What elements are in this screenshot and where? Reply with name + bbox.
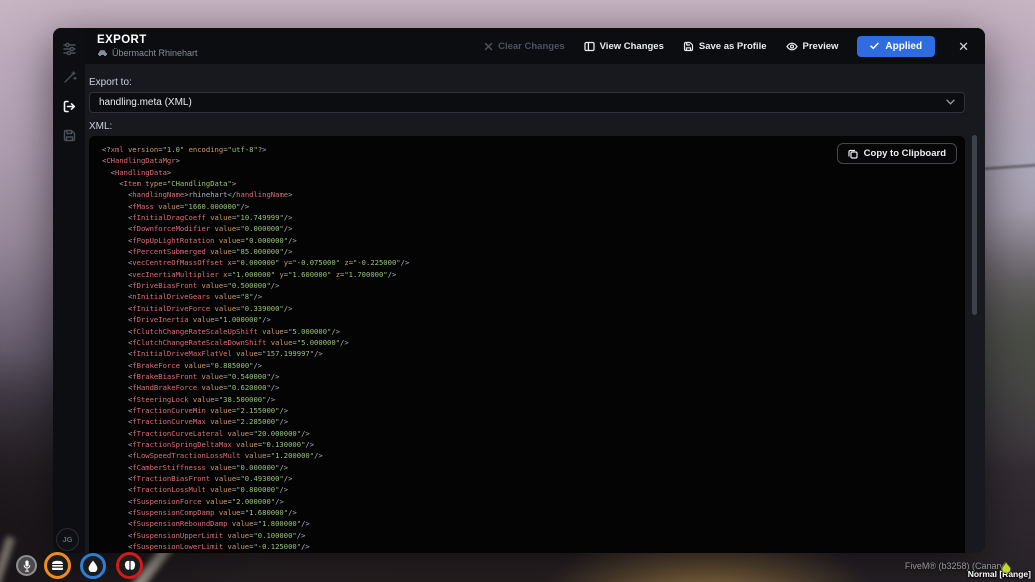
- code-line: <fInitialDragCoeff value="10.749999"/>: [102, 213, 292, 222]
- code-line: <fCamberStiffnesss value="0.000000"/>: [102, 463, 288, 472]
- microphone-icon: [16, 555, 37, 576]
- car-icon: [97, 49, 108, 57]
- save-as-profile-button[interactable]: Save as Profile: [683, 41, 767, 52]
- screen: EXPORT Übermacht Rhinehart Clear Changes: [0, 0, 1035, 582]
- close-icon[interactable]: ✕: [954, 38, 973, 55]
- view-changes-button[interactable]: View Changes: [584, 41, 664, 52]
- vehicle-name: Übermacht Rhinehart: [112, 48, 198, 58]
- export-content: Export to: handling.meta (XML) XML: Copy…: [85, 64, 985, 553]
- xml-code-block: Copy to Clipboard <?xml version="1.0" en…: [89, 136, 965, 553]
- xml-label: XML:: [89, 121, 965, 132]
- export-icon[interactable]: [61, 98, 77, 114]
- code-line: <fSuspensionUpperLimit value="0.100000"/…: [102, 531, 305, 540]
- xml-code: <?xml version="1.0" encoding="utf-8"?> <…: [89, 136, 965, 552]
- code-line: <fClutchChangeRateScaleDownShift value="…: [102, 338, 349, 347]
- clear-changes-button[interactable]: Clear Changes: [484, 41, 565, 52]
- code-line: <?xml version="1.0" encoding="utf-8"?>: [102, 145, 266, 154]
- code-line: <fBrakeBiasFront value="0.540000"/>: [102, 372, 279, 381]
- voice-indicator-icon: [1000, 561, 1012, 579]
- code-line: <fTractionCurveMax value="2.285000"/>: [102, 417, 288, 426]
- copy-to-clipboard-button[interactable]: Copy to Clipboard: [837, 143, 957, 164]
- scrollbar-thumb[interactable]: [972, 135, 977, 315]
- code-line: <vecInertiaMultiplier x="1.000000" y="1.…: [102, 270, 396, 279]
- code-line: <fSuspensionCompDamp value="1.680000"/>: [102, 508, 297, 517]
- code-line: <fDriveBiasFront value="0.500000"/>: [102, 281, 279, 290]
- code-line: <fClutchChangeRateScaleUpShift value="5.…: [102, 327, 340, 336]
- chevron-down-icon: [946, 97, 955, 108]
- code-line: <fMass value="1660.000000"/>: [102, 202, 249, 211]
- format-select[interactable]: handling.meta (XML): [89, 92, 965, 113]
- code-line: <CHandlingDataMgr>: [102, 156, 180, 165]
- code-line: <fTractionLossMult value="0.800000"/>: [102, 485, 288, 494]
- code-line: <fTractionSpringDeltaMax value="0.130000…: [102, 440, 314, 449]
- applied-button[interactable]: Applied: [857, 36, 935, 57]
- code-line: <fTractionBiasFront value="0.493000"/>: [102, 474, 292, 483]
- export-main: EXPORT Übermacht Rhinehart Clear Changes: [85, 28, 985, 553]
- avatar-badge: JG: [56, 528, 79, 551]
- diff-panel-icon: [584, 41, 595, 52]
- modal-header: EXPORT Übermacht Rhinehart Clear Changes: [85, 28, 985, 64]
- code-line: <fDownforceModifier value="0.000000"/>: [102, 224, 292, 233]
- page-title: EXPORT: [97, 34, 198, 46]
- code-line: <fTractionCurveMin value="2.155000"/>: [102, 406, 288, 415]
- code-line: <fSteeringLock value="38.500000"/>: [102, 395, 275, 404]
- water-drop-icon: [80, 553, 106, 579]
- export-modal: EXPORT Übermacht Rhinehart Clear Changes: [53, 28, 985, 553]
- code-line: <fHandBrakeForce value="0.620000"/>: [102, 383, 279, 392]
- code-line: <nInitialDriveGears value="8"/>: [102, 292, 262, 301]
- clear-x-icon: [484, 42, 493, 51]
- check-icon: [870, 42, 879, 50]
- magic-wand-icon[interactable]: [61, 69, 77, 85]
- format-select-value: handling.meta (XML): [99, 97, 192, 108]
- burger-icon: [44, 552, 71, 579]
- eye-icon: [786, 42, 798, 51]
- code-line: <fSuspensionLowerLimit value="-0.125000"…: [102, 542, 310, 551]
- code-line: <fLowSpeedTractionLossMult value="1.2000…: [102, 451, 323, 460]
- code-line: <Item type="CHandlingData">: [102, 179, 236, 188]
- code-line: <fBrakeForce value="0.885000"/>: [102, 361, 262, 370]
- header-actions: Clear Changes View Changes Save as Profi…: [484, 36, 973, 57]
- sidebar: [53, 28, 85, 553]
- code-line: <fInitialDriveForce value="0.339000"/>: [102, 304, 292, 313]
- tuning-sliders-icon[interactable]: [61, 40, 77, 56]
- floppy-icon: [683, 41, 694, 52]
- code-line: <fTractionCurveLateral value="20.000000"…: [102, 429, 310, 438]
- code-line: <fPopUpLightRotation value="0.000000"/>: [102, 236, 297, 245]
- code-line: <HandlingData>: [102, 168, 171, 177]
- code-line: <fSuspensionForce value="2.000000"/>: [102, 497, 284, 506]
- copy-icon: [848, 149, 858, 159]
- save-icon[interactable]: [61, 127, 77, 143]
- brain-icon: [116, 552, 143, 579]
- export-to-label: Export to:: [89, 77, 965, 88]
- code-line: <fDriveInertia value="1.000000"/>: [102, 315, 271, 324]
- code-line: <fInitialDriveMaxFlatVel value="157.1999…: [102, 349, 323, 358]
- code-line: <fPercentSubmerged value="85.000000"/>: [102, 247, 292, 256]
- code-line: <handlingName>rhinehart</handlingName>: [102, 190, 292, 199]
- code-line: <vecCentreOfMassOffset x="0.000000" y="-…: [102, 258, 409, 267]
- preview-button[interactable]: Preview: [786, 41, 839, 52]
- code-line: <fSuspensionReboundDamp value="1.800000"…: [102, 519, 310, 528]
